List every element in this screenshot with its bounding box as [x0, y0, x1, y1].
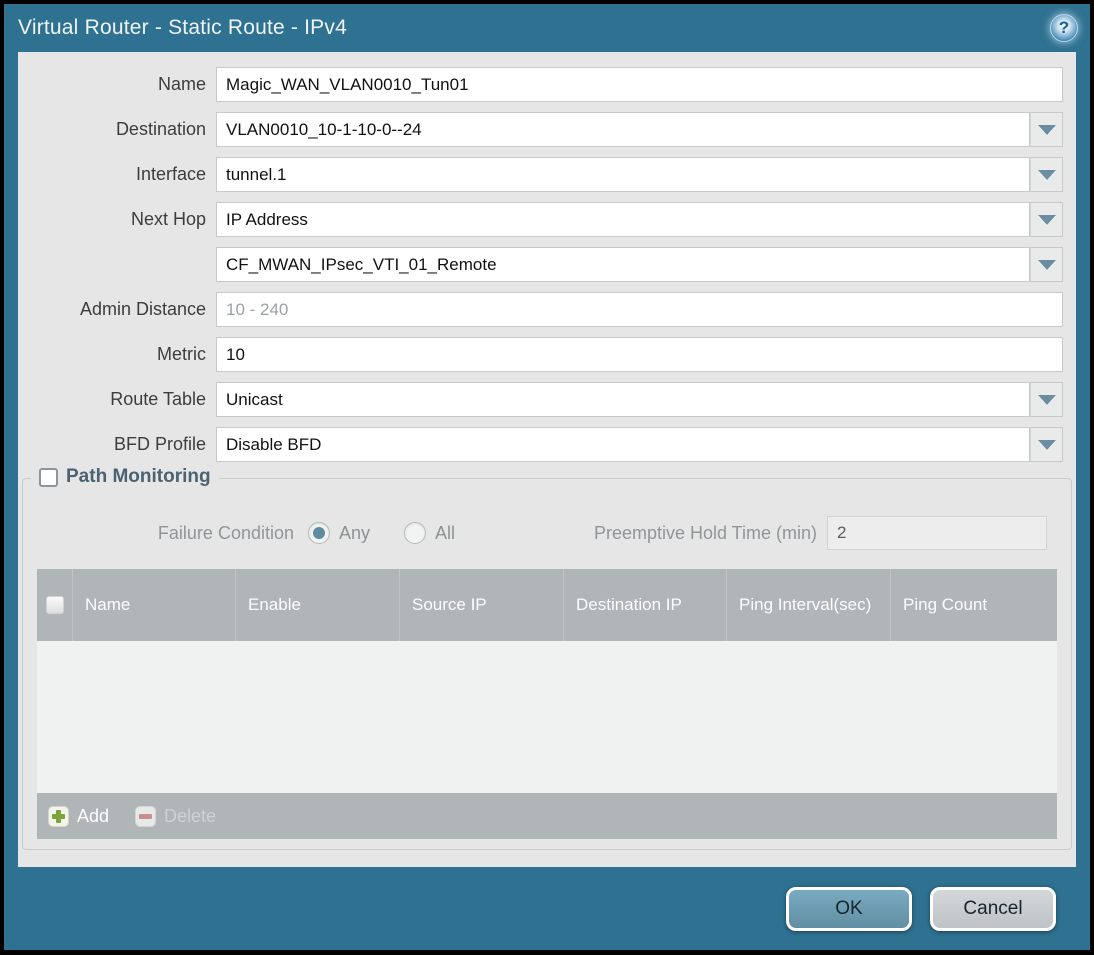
failure-condition-label: Failure Condition	[157, 522, 294, 543]
select-all-checkbox[interactable]	[45, 596, 64, 614]
next-hop-type-input[interactable]	[216, 202, 1030, 237]
interface-input[interactable]	[216, 157, 1030, 192]
chevron-down-icon	[1037, 169, 1056, 180]
next-hop-address-dropdown-button[interactable]	[1030, 247, 1063, 282]
column-header-enable[interactable]: Enable	[236, 569, 400, 641]
dialog-content: Name Destination Interface	[18, 52, 1076, 867]
next-hop-label: Next Hop	[130, 209, 206, 229]
column-header-name[interactable]: Name	[73, 569, 236, 641]
select-all-column[interactable]	[37, 569, 73, 641]
bfd-profile-input[interactable]	[216, 427, 1030, 462]
destination-dropdown-button[interactable]	[1030, 112, 1063, 147]
form-row-next-hop: Next Hop	[18, 202, 1063, 237]
metric-label: Metric	[157, 344, 206, 364]
form-row-bfd-profile: BFD Profile	[18, 427, 1063, 462]
preemptive-hold-time-input[interactable]	[827, 516, 1047, 550]
add-button[interactable]: Add	[48, 805, 110, 827]
path-monitoring-table: Name Enable Source IP Destination IP Pin…	[37, 569, 1057, 839]
help-icon[interactable]: ?	[1050, 14, 1078, 42]
route-table-dropdown-button[interactable]	[1030, 382, 1063, 417]
form-row-route-table: Route Table	[18, 382, 1063, 417]
cancel-button[interactable]: Cancel	[930, 886, 1056, 931]
form-row-next-hop-address	[18, 247, 1063, 282]
next-hop-dropdown-button[interactable]	[1030, 202, 1063, 237]
dialog-button-bar: OK Cancel	[4, 867, 1090, 950]
route-table-input[interactable]	[216, 382, 1030, 417]
radio-any-icon	[308, 522, 330, 544]
radio-all-icon	[404, 522, 427, 544]
path-monitoring-section: Path Monitoring Failure Condition Any Al…	[22, 466, 1072, 850]
chevron-down-icon	[1037, 394, 1056, 405]
destination-input[interactable]	[216, 112, 1030, 147]
static-route-dialog: Virtual Router - Static Route - IPv4 ? N…	[4, 4, 1090, 950]
failure-condition-all-option[interactable]: All	[404, 522, 455, 544]
radio-any-label: Any	[339, 522, 371, 543]
path-monitoring-options-row: Failure Condition Any All Preemptive Hol…	[23, 516, 1071, 550]
radio-all-label: All	[435, 522, 456, 543]
column-header-source-ip[interactable]: Source IP	[400, 569, 564, 641]
chevron-down-icon	[1037, 214, 1056, 225]
table-header: Name Enable Source IP Destination IP Pin…	[37, 569, 1057, 641]
minus-icon	[135, 805, 157, 827]
metric-input[interactable]	[216, 337, 1063, 372]
failure-condition-any-option[interactable]: Any	[308, 522, 370, 544]
form-row-interface: Interface	[18, 157, 1063, 192]
table-body-empty	[37, 641, 1057, 793]
interface-label: Interface	[135, 164, 206, 184]
delete-button-label: Delete	[164, 805, 217, 826]
path-monitoring-legend: Path Monitoring	[31, 466, 219, 488]
column-header-destination-ip[interactable]: Destination IP	[564, 569, 727, 641]
chevron-down-icon	[1037, 439, 1056, 450]
bfd-profile-label: BFD Profile	[113, 434, 206, 454]
chevron-down-icon	[1037, 259, 1056, 270]
form-row-admin-distance: Admin Distance	[18, 292, 1063, 327]
delete-button[interactable]: Delete	[135, 805, 217, 827]
column-header-ping-count[interactable]: Ping Count	[891, 569, 1057, 641]
table-toolbar: Add Delete	[37, 793, 1057, 839]
admin-distance-label: Admin Distance	[79, 299, 206, 319]
path-monitoring-title: Path Monitoring	[66, 466, 211, 487]
form-row-metric: Metric	[18, 337, 1063, 372]
interface-dropdown-button[interactable]	[1030, 157, 1063, 192]
form-row-name: Name	[18, 67, 1063, 102]
dialog-titlebar: Virtual Router - Static Route - IPv4 ?	[4, 4, 1090, 52]
bfd-profile-dropdown-button[interactable]	[1030, 427, 1063, 462]
chevron-down-icon	[1037, 124, 1056, 135]
dialog-title: Virtual Router - Static Route - IPv4	[18, 16, 347, 39]
admin-distance-input[interactable]	[216, 292, 1063, 327]
name-label: Name	[157, 74, 206, 94]
preemptive-hold-time-label: Preemptive Hold Time (min)	[593, 522, 817, 543]
name-input[interactable]	[216, 67, 1063, 102]
destination-label: Destination	[115, 119, 206, 139]
path-monitoring-checkbox[interactable]	[39, 467, 58, 487]
plus-icon	[48, 805, 69, 827]
ok-button[interactable]: OK	[786, 886, 912, 931]
column-header-ping-interval[interactable]: Ping Interval(sec)	[727, 569, 891, 641]
add-button-label: Add	[77, 805, 110, 826]
route-table-label: Route Table	[110, 389, 206, 409]
form-row-destination: Destination	[18, 112, 1063, 147]
next-hop-address-input[interactable]	[216, 247, 1030, 282]
